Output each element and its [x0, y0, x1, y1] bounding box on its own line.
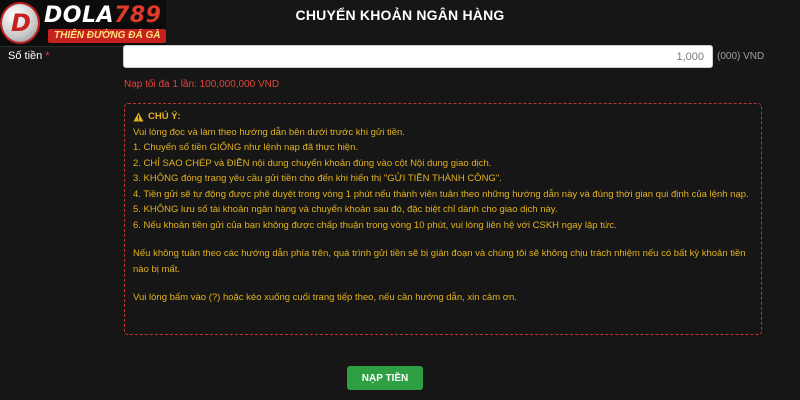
notice-help: Vui lòng bấm vào (?) hoặc kéo xuống cuối…: [133, 292, 517, 303]
page-title: CHUYỂN KHOẢN NGÂN HÀNG: [295, 7, 505, 23]
required-mark: *: [45, 50, 50, 62]
warning-triangle-icon: [133, 112, 144, 122]
notice-item: 4. Tiền gửi sẽ tự động được phê duyệt tr…: [133, 188, 749, 200]
max-deposit-note: Nạp tối đa 1 lần: 100,000,000 VND: [124, 79, 280, 90]
notice-item: 6. Nếu khoản tiền gửi của bạn không được…: [133, 219, 617, 231]
amount-label-text: Số tiền: [8, 50, 43, 62]
brand-tagline: THIÊN ĐƯỜNG ĐÁ GÀ: [48, 29, 167, 43]
notice-heading: CHÚ Ý:: [133, 109, 753, 125]
notice-heading-text: CHÚ Ý:: [148, 111, 181, 122]
notice-disclaimer: Nếu không tuân theo các hướng dẫn phía t…: [133, 248, 746, 275]
notice-item: 5. KHÔNG lưu số tài khoản ngân hàng và c…: [133, 204, 558, 215]
notice-item: 1. Chuyển số tiền GIỐNG như lệnh nạp đã …: [133, 142, 359, 153]
notice-spacer: [133, 233, 753, 246]
amount-unit: (000) VND: [717, 51, 765, 62]
notice-intro: Vui lòng đọc và làm theo hướng dẫn bên d…: [133, 126, 405, 138]
amount-label: Số tiền *: [8, 50, 50, 62]
submit-deposit-button[interactable]: NẠP TIỀN: [347, 366, 423, 390]
notice-box: CHÚ Ý: Vui lòng đọc và làm theo hướng dẫ…: [124, 103, 762, 335]
notice-spacer: [133, 277, 753, 290]
notice-item: 3. KHÔNG đóng trang yêu cầu gửi tiền cho…: [133, 173, 502, 184]
amount-input[interactable]: [123, 45, 713, 68]
notice-item: 2. CHỈ SAO CHÉP và ĐIỀN nội dung chuyển …: [133, 157, 492, 169]
